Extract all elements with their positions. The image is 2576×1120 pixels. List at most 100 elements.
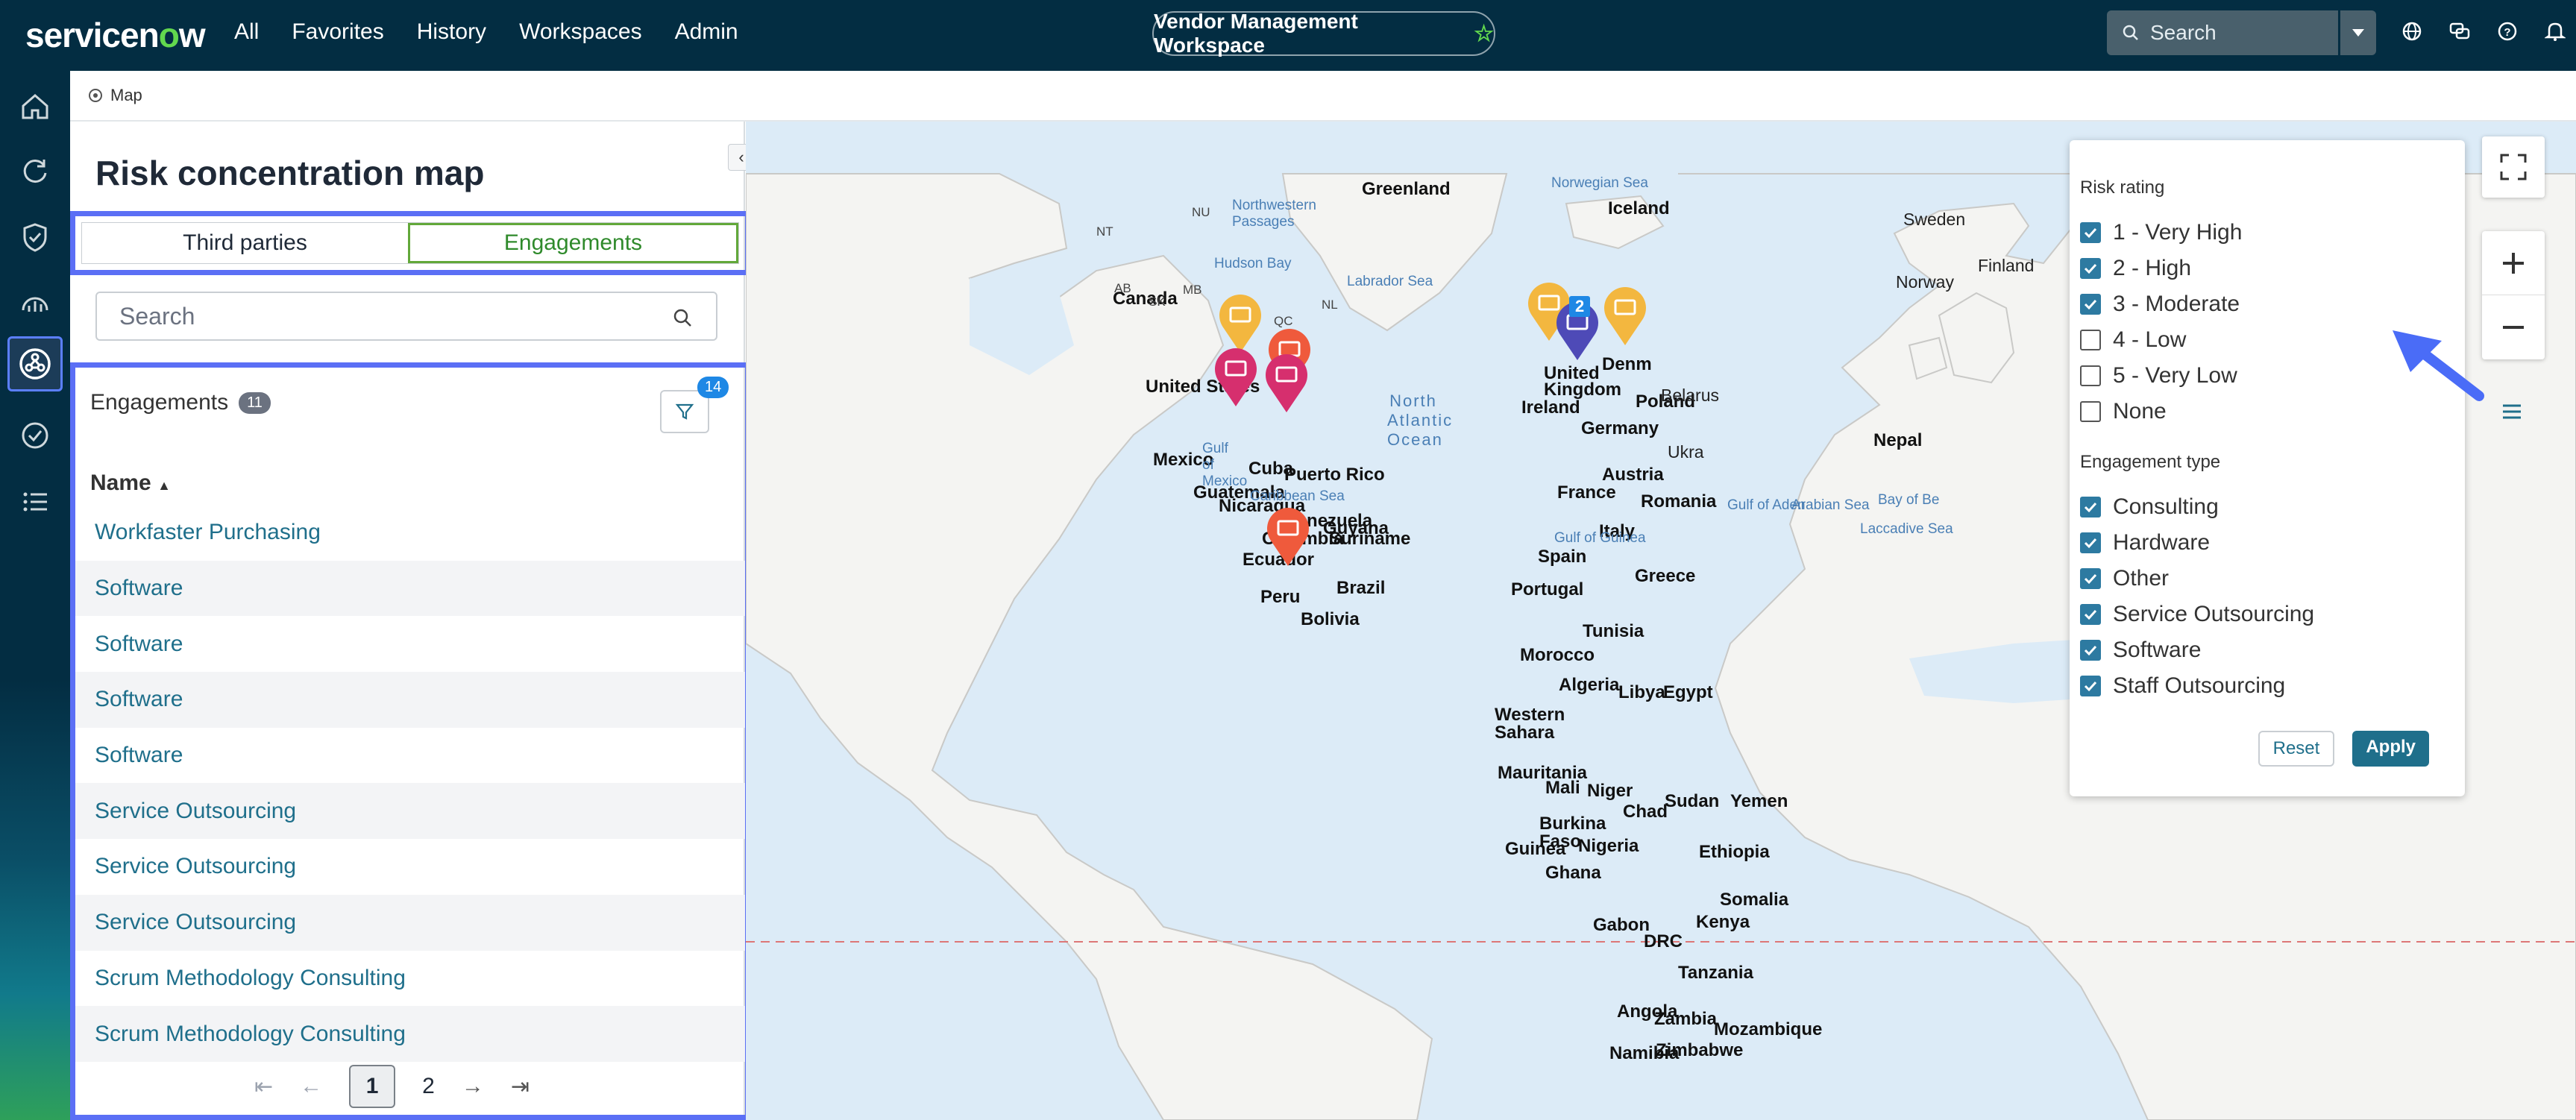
- checkbox-checked-icon[interactable]: [2080, 294, 2101, 315]
- map-pin-high[interactable]: [1263, 503, 1313, 567]
- map-label: Yemen: [1730, 791, 1788, 811]
- table-row[interactable]: Software: [75, 672, 745, 728]
- first-page-icon[interactable]: ⇤: [254, 1074, 273, 1100]
- checkbox-checked-icon[interactable]: [2080, 640, 2101, 661]
- map-label: Libya: [1618, 682, 1665, 702]
- table-row[interactable]: Workfaster Purchasing: [75, 505, 745, 561]
- list-icon[interactable]: [16, 483, 54, 520]
- apply-button[interactable]: Apply: [2352, 731, 2429, 767]
- checkbox-checked-icon[interactable]: [2080, 222, 2101, 243]
- map-pin-very-high[interactable]: [1211, 344, 1260, 408]
- zoom-out-button[interactable]: [2482, 295, 2545, 359]
- map-label: Nigeria: [1578, 836, 1639, 856]
- checkbox-checked-icon[interactable]: [2080, 676, 2101, 696]
- map-label: France: [1557, 482, 1616, 503]
- map-label: Ghana: [1545, 863, 1601, 883]
- shield-icon[interactable]: [16, 218, 54, 256]
- filter-icon: [675, 403, 694, 420]
- chevron-down-icon: [2352, 29, 2364, 37]
- engagement-type-option-label: Staff Outsourcing: [2113, 673, 2286, 698]
- tab-third-parties[interactable]: Third parties: [82, 223, 408, 263]
- nav-workspaces[interactable]: Workspaces: [519, 19, 642, 45]
- page-2-button[interactable]: 2: [422, 1074, 435, 1099]
- table-row[interactable]: Scrum Methodology Consulting: [75, 1006, 745, 1062]
- checkbox-checked-icon[interactable]: [2080, 532, 2101, 553]
- risk-rating-option-label: 5 - Very Low: [2113, 363, 2237, 388]
- global-search-input[interactable]: Search: [2107, 10, 2338, 55]
- table-row[interactable]: Software: [75, 616, 745, 672]
- previous-page-icon[interactable]: ←: [300, 1074, 322, 1099]
- engagement-type-checkbox-row[interactable]: Service Outsourcing: [2080, 597, 2454, 632]
- search-icon[interactable]: [673, 308, 692, 327]
- table-row[interactable]: Software: [75, 560, 745, 617]
- map-label: Chad: [1623, 802, 1668, 822]
- checkbox-checked-icon[interactable]: [2080, 568, 2101, 589]
- table-row[interactable]: Service Outsourcing: [75, 839, 745, 895]
- engagement-type-checkbox-row[interactable]: Staff Outsourcing: [2080, 668, 2454, 704]
- table-row[interactable]: Service Outsourcing: [75, 894, 745, 951]
- star-icon[interactable]: ☆: [1474, 21, 1494, 47]
- engagement-type-option-label: Service Outsourcing: [2113, 602, 2315, 626]
- nav-admin[interactable]: Admin: [675, 19, 738, 45]
- engagement-type-checkbox-row[interactable]: Software: [2080, 632, 2454, 668]
- risk-rating-checkbox-row[interactable]: 3 - Moderate: [2080, 286, 2454, 322]
- nav-favorites[interactable]: Favorites: [292, 19, 383, 45]
- dashboard-icon[interactable]: [16, 286, 54, 323]
- engagements-search-input[interactable]: Search: [95, 292, 717, 341]
- map-pin-very-high[interactable]: [1262, 350, 1311, 414]
- nav-all[interactable]: All: [234, 19, 259, 45]
- map-label: Norway: [1896, 272, 1954, 292]
- zoom-in-button[interactable]: [2482, 231, 2545, 295]
- checkbox-checked-icon[interactable]: [2080, 604, 2101, 625]
- breadcrumb-map[interactable]: Map: [110, 86, 142, 105]
- risk-rating-checkbox-row[interactable]: 2 - High: [2080, 251, 2454, 286]
- checkmark-circle-icon[interactable]: [16, 417, 54, 454]
- map-label: Bolivia: [1301, 609, 1360, 629]
- table-row[interactable]: Software: [75, 728, 745, 784]
- bell-icon[interactable]: [2545, 21, 2566, 42]
- checkbox-unchecked-icon[interactable]: [2080, 401, 2101, 422]
- search-scope-dropdown[interactable]: [2340, 10, 2376, 55]
- zoom-controls: [2482, 231, 2545, 359]
- minus-icon: [2503, 326, 2524, 329]
- engagement-type-checkbox-row[interactable]: Consulting: [2080, 489, 2454, 525]
- home-icon[interactable]: [16, 87, 54, 125]
- map-label: Denm: [1602, 354, 1652, 374]
- app-sidebar: [0, 71, 70, 1120]
- map-label: Mali: [1545, 778, 1580, 798]
- name-column-header[interactable]: Name ▲: [90, 471, 171, 496]
- engagement-type-checkbox-row[interactable]: Hardware: [2080, 525, 2454, 561]
- map-label: Greenland: [1362, 179, 1451, 199]
- table-row[interactable]: Scrum Methodology Consulting: [75, 951, 745, 1007]
- engagement-type-checkbox-row[interactable]: Other: [2080, 561, 2454, 597]
- engagement-type-option-label: Consulting: [2113, 494, 2219, 519]
- servicenow-logo[interactable]: servicenow: [25, 15, 206, 55]
- map-label: Kenya: [1696, 912, 1750, 932]
- fullscreen-button[interactable]: [2482, 136, 2545, 198]
- next-page-icon[interactable]: →: [462, 1074, 484, 1099]
- globe-icon[interactable]: [2401, 21, 2422, 42]
- risk-map-icon[interactable]: [7, 336, 63, 391]
- tab-engagements[interactable]: Engagements: [408, 223, 738, 263]
- checkbox-checked-icon[interactable]: [2080, 258, 2101, 279]
- last-page-icon[interactable]: ⇥: [511, 1074, 530, 1100]
- reset-button[interactable]: Reset: [2258, 731, 2335, 767]
- chat-icon[interactable]: [2449, 21, 2470, 42]
- map-pin-moderate[interactable]: [1600, 283, 1650, 347]
- checkbox-unchecked-icon[interactable]: [2080, 330, 2101, 350]
- help-icon[interactable]: ?: [2497, 21, 2518, 42]
- page-1-button[interactable]: 1: [349, 1065, 396, 1108]
- risk-rating-checkbox-row[interactable]: 1 - Very High: [2080, 215, 2454, 251]
- state-label: SK: [1149, 295, 1166, 309]
- workspace-title-pill[interactable]: Vendor Management Workspace ☆: [1152, 10, 1495, 57]
- table-row[interactable]: Service Outsourcing: [75, 783, 745, 840]
- map-label: Greece: [1635, 566, 1696, 586]
- state-label: NU: [1192, 205, 1210, 219]
- nav-history[interactable]: History: [417, 19, 486, 45]
- layers-menu-icon[interactable]: [2500, 401, 2524, 426]
- checkbox-checked-icon[interactable]: [2080, 497, 2101, 517]
- sort-ascending-icon: ▲: [157, 478, 171, 493]
- refresh-icon[interactable]: [16, 153, 54, 190]
- checkbox-unchecked-icon[interactable]: [2080, 365, 2101, 386]
- map-label: Western Sahara: [1495, 705, 1565, 743]
